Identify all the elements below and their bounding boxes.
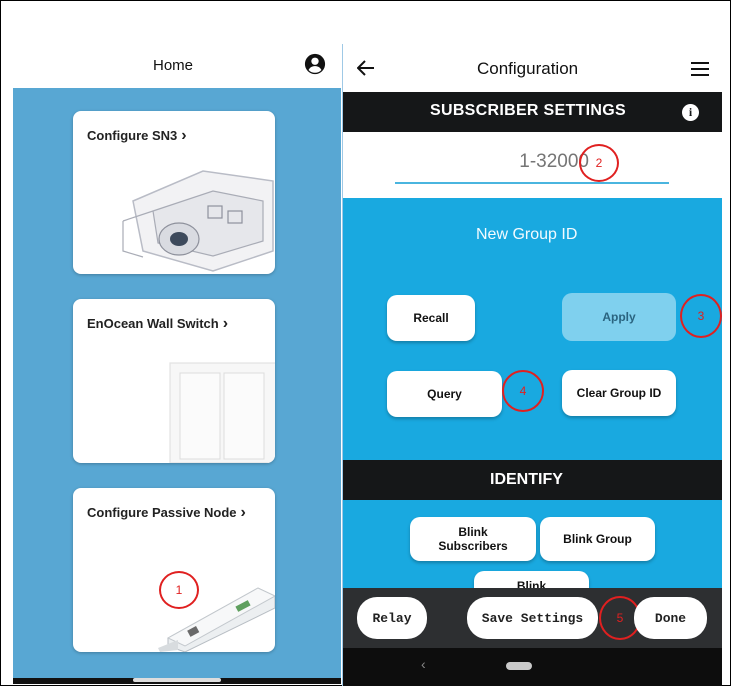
page-title: Configuration bbox=[477, 59, 579, 78]
home-card-list: Configure SN3 › EnOcean Wall Switch › Co… bbox=[13, 88, 341, 684]
blink-subscribers-line2: Subscribers bbox=[438, 539, 508, 553]
annotation-1: 1 bbox=[159, 571, 199, 609]
blink-subscribers-button[interactable]: Blink Subscribers bbox=[410, 517, 536, 561]
annotation-3: 3 bbox=[680, 294, 722, 338]
sn3-device-illustration bbox=[122, 170, 274, 272]
subscriber-settings-heading: SUBSCRIBER SETTINGS bbox=[430, 102, 626, 119]
configure-sn3-card[interactable]: Configure SN3 › bbox=[73, 111, 275, 274]
chevron-right-icon: › bbox=[222, 315, 229, 332]
card-label: Configure SN3 › bbox=[87, 127, 187, 145]
home-header: Home bbox=[13, 46, 341, 88]
configure-passive-node-label: Configure Passive Node bbox=[87, 505, 237, 520]
clear-group-id-button[interactable]: Clear Group ID bbox=[562, 370, 676, 416]
subscriber-id-input[interactable] bbox=[395, 142, 669, 184]
nav-back-icon[interactable]: ‹ bbox=[421, 656, 426, 672]
query-button[interactable]: Query bbox=[387, 371, 502, 417]
info-icon[interactable]: i bbox=[682, 104, 699, 121]
annotation-2: 2 bbox=[579, 144, 619, 182]
identify-heading: IDENTIFY bbox=[490, 471, 563, 488]
blink-group-button[interactable]: Blink Group bbox=[540, 517, 655, 561]
blink-subscribers-line1: Blink bbox=[458, 525, 488, 539]
card-label: Configure Passive Node › bbox=[87, 504, 246, 522]
relay-button[interactable]: Relay bbox=[357, 597, 427, 639]
configure-sn3-label: Configure SN3 bbox=[87, 128, 178, 143]
annotation-4: 4 bbox=[502, 370, 544, 412]
configuration-header: Configuration bbox=[343, 46, 722, 92]
home-indicator[interactable] bbox=[133, 678, 221, 682]
configure-passive-node-card[interactable]: Configure Passive Node › bbox=[73, 488, 275, 652]
enocean-wall-switch-label: EnOcean Wall Switch bbox=[87, 316, 219, 331]
account-icon[interactable] bbox=[304, 53, 326, 75]
back-arrow-icon[interactable] bbox=[357, 60, 375, 76]
page-title: Home bbox=[153, 57, 194, 74]
nav-home-icon[interactable] bbox=[506, 662, 532, 670]
hamburger-menu-icon[interactable] bbox=[691, 62, 709, 76]
apply-button[interactable]: Apply bbox=[562, 293, 676, 341]
home-screen: Home Configure SN3 › EnOcean Wall Switch… bbox=[13, 46, 341, 684]
wall-switch-illustration bbox=[169, 362, 275, 463]
chevron-right-icon: › bbox=[181, 127, 187, 144]
chevron-right-icon: › bbox=[240, 504, 246, 521]
recall-button[interactable]: Recall bbox=[387, 295, 475, 341]
done-button[interactable]: Done bbox=[634, 597, 707, 639]
save-settings-button[interactable]: Save Settings bbox=[467, 597, 598, 639]
system-nav-bar bbox=[343, 648, 722, 686]
card-label: EnOcean Wall Switch › bbox=[87, 315, 228, 333]
enocean-wall-switch-card[interactable]: EnOcean Wall Switch › bbox=[73, 299, 275, 463]
new-group-id-label: New Group ID bbox=[476, 226, 578, 243]
configuration-screen: Configuration SUBSCRIBER SETTINGS i 2 Ne… bbox=[343, 46, 722, 686]
